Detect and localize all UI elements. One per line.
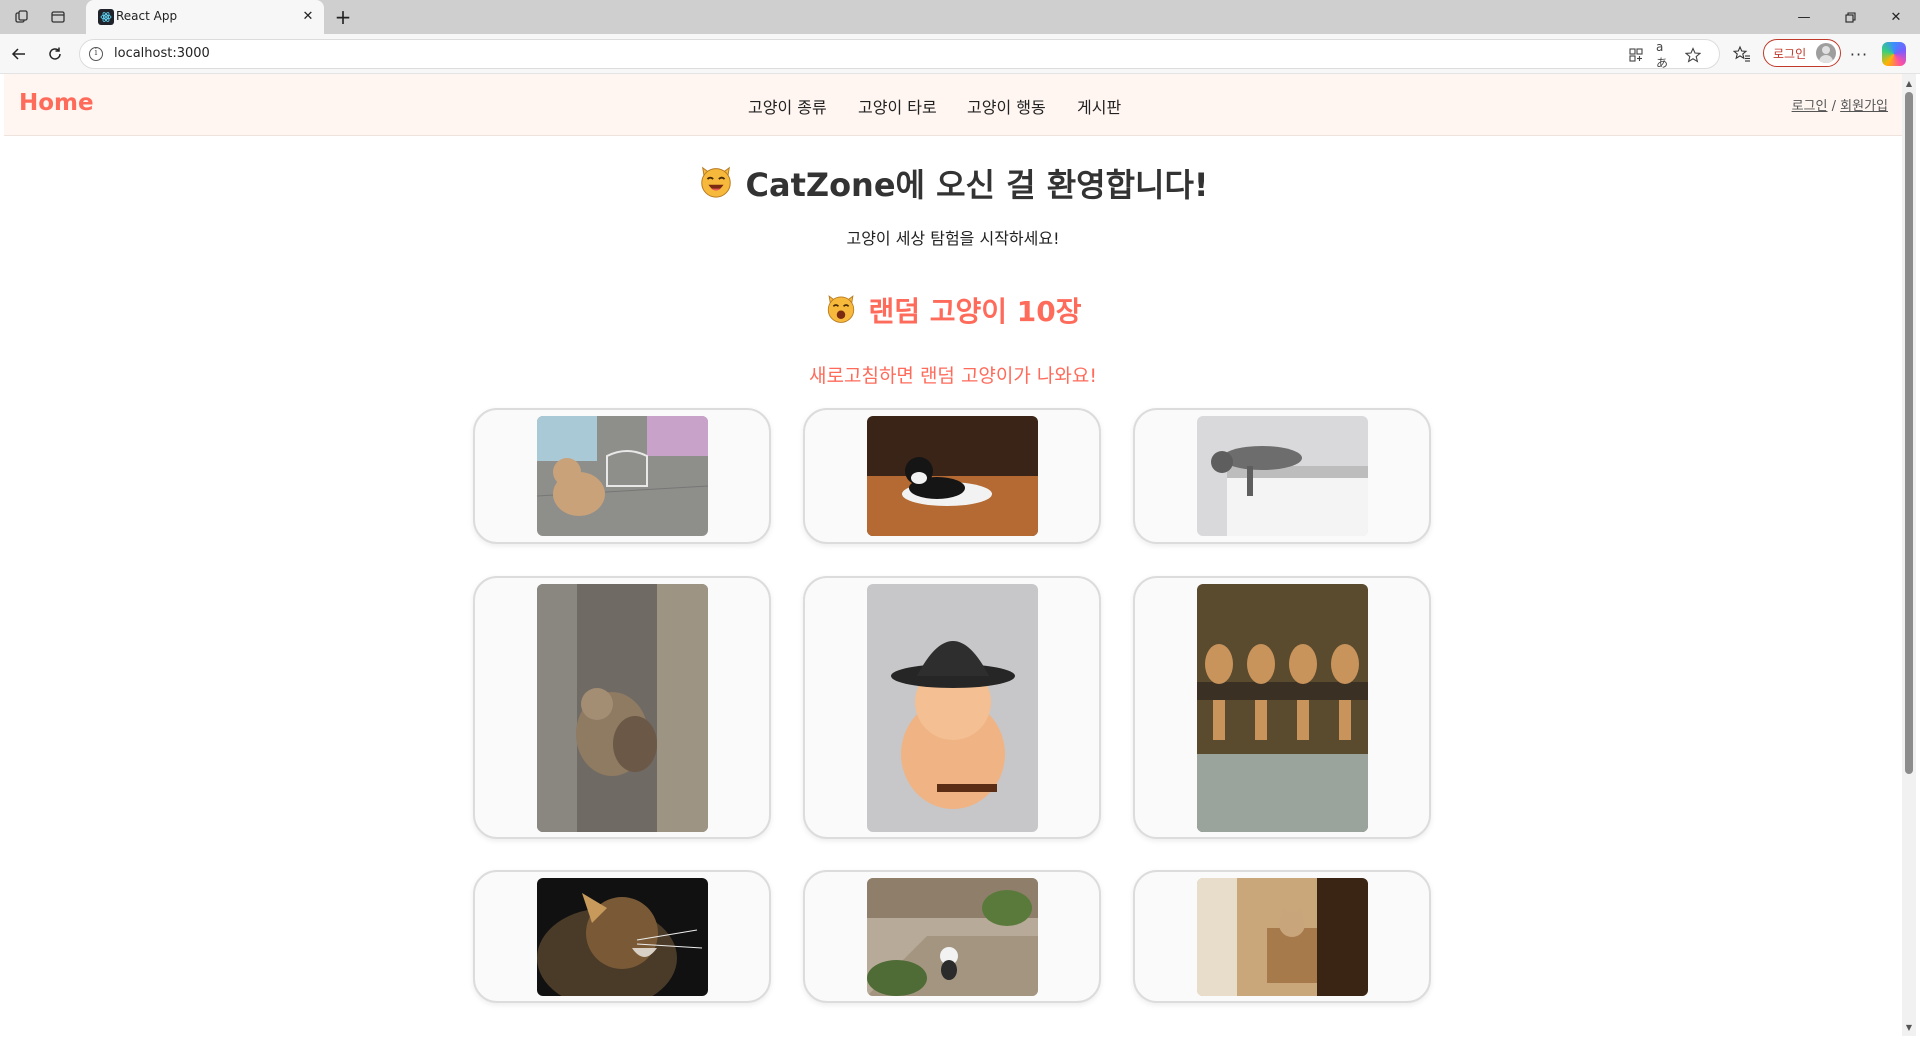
scroll-up-icon[interactable]: ▲ xyxy=(1905,80,1913,88)
tab-actions-icon[interactable] xyxy=(48,7,68,27)
hero-subtitle: 고양이 세상 탐험을 시작하세요! xyxy=(846,229,1060,248)
nav-board[interactable]: 게시판 xyxy=(1077,94,1121,118)
tab-close-icon[interactable]: ✕ xyxy=(300,8,316,24)
address-bar[interactable]: i localhost:3000 aあ xyxy=(79,39,1720,70)
page-viewport: Home 고양이 종류 고양이 타로 고양이 행동 게시판 로그인 / 회원가입… xyxy=(4,74,1902,1036)
site-info-icon[interactable]: i xyxy=(89,47,103,61)
nav-cat-behavior[interactable]: 고양이 행동 xyxy=(967,94,1046,118)
cat-card xyxy=(473,408,771,544)
hero-title: CatZone에 오신 걸 환영합니다! xyxy=(4,160,1902,208)
cat-card xyxy=(803,408,1101,544)
cat-photo-6 xyxy=(1197,584,1368,832)
cat-card xyxy=(473,870,771,1003)
new-tab-icon[interactable]: + xyxy=(332,5,354,29)
profile-label: 로그인 xyxy=(1773,47,1807,61)
browser-toolbar: i localhost:3000 aあ 로그인 ··· xyxy=(0,34,1920,74)
minimize-icon[interactable]: — xyxy=(1781,0,1827,34)
favorite-star-icon[interactable] xyxy=(1684,46,1702,64)
cat-card xyxy=(1133,870,1431,1003)
more-menu-icon[interactable]: ··· xyxy=(1848,43,1870,65)
close-window-icon[interactable]: ✕ xyxy=(1873,0,1919,34)
address-url[interactable]: localhost:3000 xyxy=(114,46,210,61)
favorites-icon[interactable] xyxy=(1731,43,1753,65)
hero-title-text: CatZone에 오신 걸 환영합니다! xyxy=(745,166,1209,204)
reload-icon[interactable] xyxy=(44,43,66,65)
auth-links: 로그인 / 회원가입 xyxy=(1792,95,1888,114)
scroll-down-icon[interactable]: ▼ xyxy=(1905,1024,1913,1032)
cat-card xyxy=(803,870,1101,1003)
workspaces-icon[interactable] xyxy=(12,7,32,27)
cat-card xyxy=(1133,576,1431,839)
tab-title: React App xyxy=(116,9,178,23)
cat-photo-1 xyxy=(537,416,708,536)
profile-button[interactable]: 로그인 xyxy=(1763,39,1841,67)
restore-icon[interactable] xyxy=(1827,0,1873,34)
browser-tab-active[interactable]: React App ✕ xyxy=(86,0,324,34)
page-scrollbar[interactable]: ▲ ▼ xyxy=(1902,74,1916,1036)
cat-card xyxy=(803,576,1101,839)
cat-photo-8 xyxy=(867,878,1038,996)
section-subtitle: 새로고침하면 랜덤 고양이가 나와요! xyxy=(809,365,1097,387)
avatar-icon xyxy=(1816,43,1836,63)
react-favicon-icon xyxy=(98,9,114,25)
cat-card xyxy=(1133,408,1431,544)
auth-separator: / xyxy=(1831,99,1837,114)
login-link[interactable]: 로그인 xyxy=(1792,99,1828,114)
section-title-text: 랜덤 고양이 10장 xyxy=(868,295,1082,328)
nav-cat-breeds[interactable]: 고양이 종류 xyxy=(748,94,827,118)
nav-cat-tarot[interactable]: 고양이 타로 xyxy=(858,94,937,118)
cat-photo-9 xyxy=(1197,878,1368,996)
scroll-thumb[interactable] xyxy=(1905,92,1913,774)
copilot-icon[interactable] xyxy=(1882,42,1906,66)
app-available-icon[interactable] xyxy=(1627,46,1645,64)
cat-card xyxy=(473,576,771,839)
site-header: Home 고양이 종류 고양이 타로 고양이 행동 게시판 로그인 / 회원가입 xyxy=(4,74,1902,136)
back-icon[interactable] xyxy=(8,43,30,65)
cat-photo-5 xyxy=(867,584,1038,832)
cat-photo-7 xyxy=(537,878,708,996)
browser-tab-bar: React App ✕ + — ✕ xyxy=(0,0,1920,34)
cat-face-icon xyxy=(824,291,858,332)
read-aloud-icon[interactable]: aあ xyxy=(1656,40,1674,70)
cat-face-icon xyxy=(697,162,735,208)
cat-photo-2 xyxy=(867,416,1038,536)
cat-photo-3 xyxy=(1197,416,1368,536)
home-logo-link[interactable]: Home xyxy=(19,90,94,116)
signup-link[interactable]: 회원가입 xyxy=(1840,99,1888,114)
cat-photo-4 xyxy=(537,584,708,832)
section-title: 랜덤 고양이 10장 xyxy=(4,290,1902,332)
